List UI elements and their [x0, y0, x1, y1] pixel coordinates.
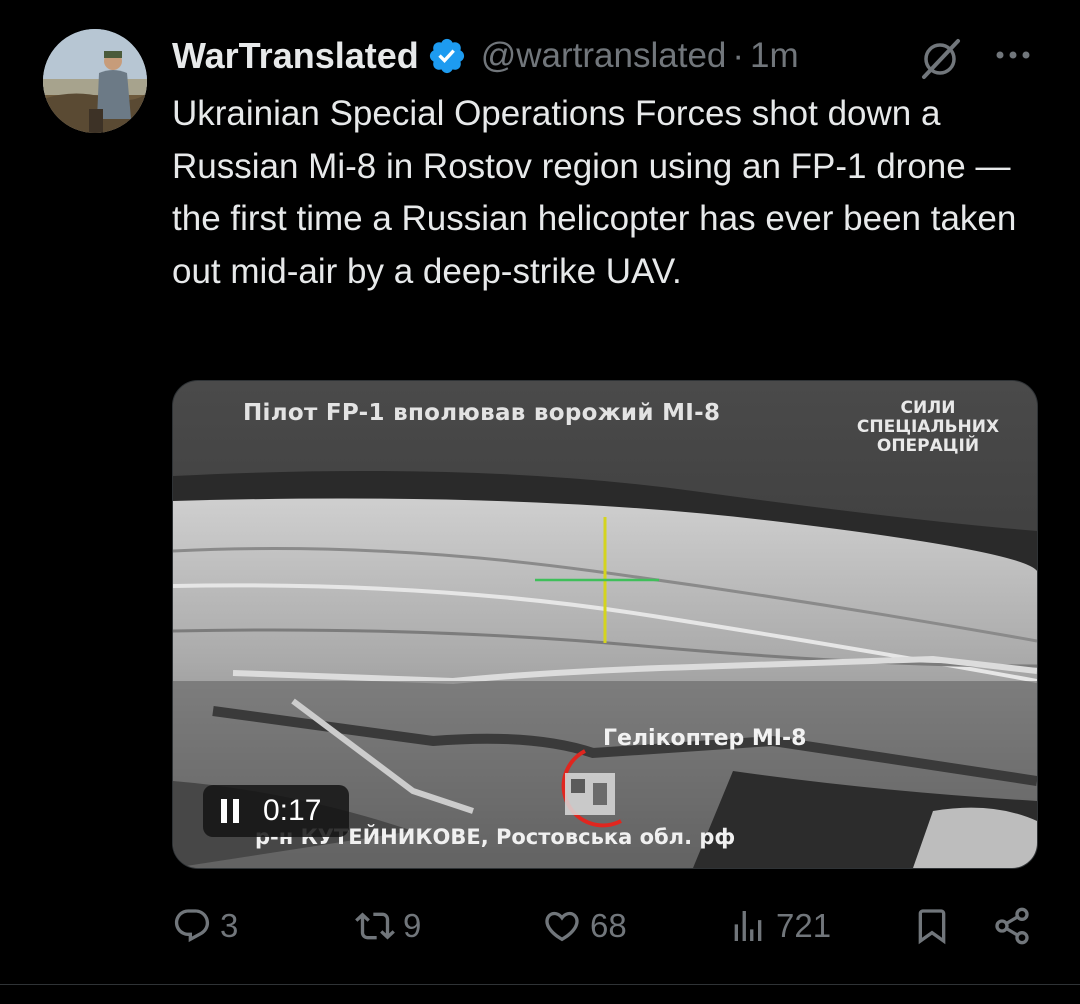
grok-icon[interactable]	[918, 35, 964, 81]
author-handle[interactable]: @wartranslated	[481, 36, 727, 76]
pause-icon[interactable]	[219, 798, 241, 824]
author-name[interactable]: WarTranslated	[172, 35, 419, 77]
avatar-image	[43, 29, 147, 133]
logo-line: СИЛИ	[900, 398, 956, 418]
more-icon[interactable]	[992, 40, 1034, 70]
tweet[interactable]: WarTranslated @wartranslated · 1m Ukrain…	[0, 0, 1080, 1004]
reply-button[interactable]: 3	[172, 898, 238, 954]
reply-count: 3	[220, 907, 239, 944]
like-count: 68	[590, 907, 627, 944]
repost-icon	[355, 912, 395, 940]
reply-icon	[174, 909, 210, 943]
avatar[interactable]	[43, 29, 147, 133]
header-separator: ·	[732, 36, 745, 75]
divider	[0, 984, 1080, 985]
bookmark-icon	[918, 909, 946, 945]
sso-logo: СИЛИ СПЕЦІАЛЬНИХ ОПЕРАЦІЙ	[833, 399, 1023, 456]
repost-button[interactable]: 9	[355, 898, 421, 954]
video-player[interactable]: Пілот FP-1 вполював ворожий МІ-8 СИЛИ СП…	[172, 380, 1038, 869]
playback-time: 0:17	[263, 794, 322, 827]
bookmark-button[interactable]	[912, 898, 952, 954]
tweet-text: Ukrainian Special Operations Forces shot…	[172, 94, 1017, 291]
share-icon	[995, 907, 1029, 945]
playback-control[interactable]: 0:17	[203, 785, 349, 837]
tweet-header: WarTranslated @wartranslated · 1m	[172, 30, 799, 82]
logo-line: СПЕЦІАЛЬНИХ	[856, 417, 1000, 437]
target-label: Гелікоптер МІ-8	[603, 726, 807, 751]
repost-count: 9	[403, 907, 422, 944]
post-time[interactable]: 1m	[750, 36, 799, 76]
verified-badge-icon	[429, 38, 464, 74]
view-count: 721	[776, 907, 832, 944]
like-button[interactable]: 68	[542, 898, 627, 954]
views-icon	[734, 911, 762, 941]
video-overlay-title: Пілот FP-1 вполював ворожий МІ-8	[243, 400, 721, 426]
logo-line: ОПЕРАЦІЙ	[876, 436, 980, 456]
views-button[interactable]: 721	[728, 898, 831, 954]
heart-icon	[545, 911, 579, 942]
share-button[interactable]	[992, 898, 1032, 954]
action-bar: 3 9 68 721	[0, 898, 1080, 954]
